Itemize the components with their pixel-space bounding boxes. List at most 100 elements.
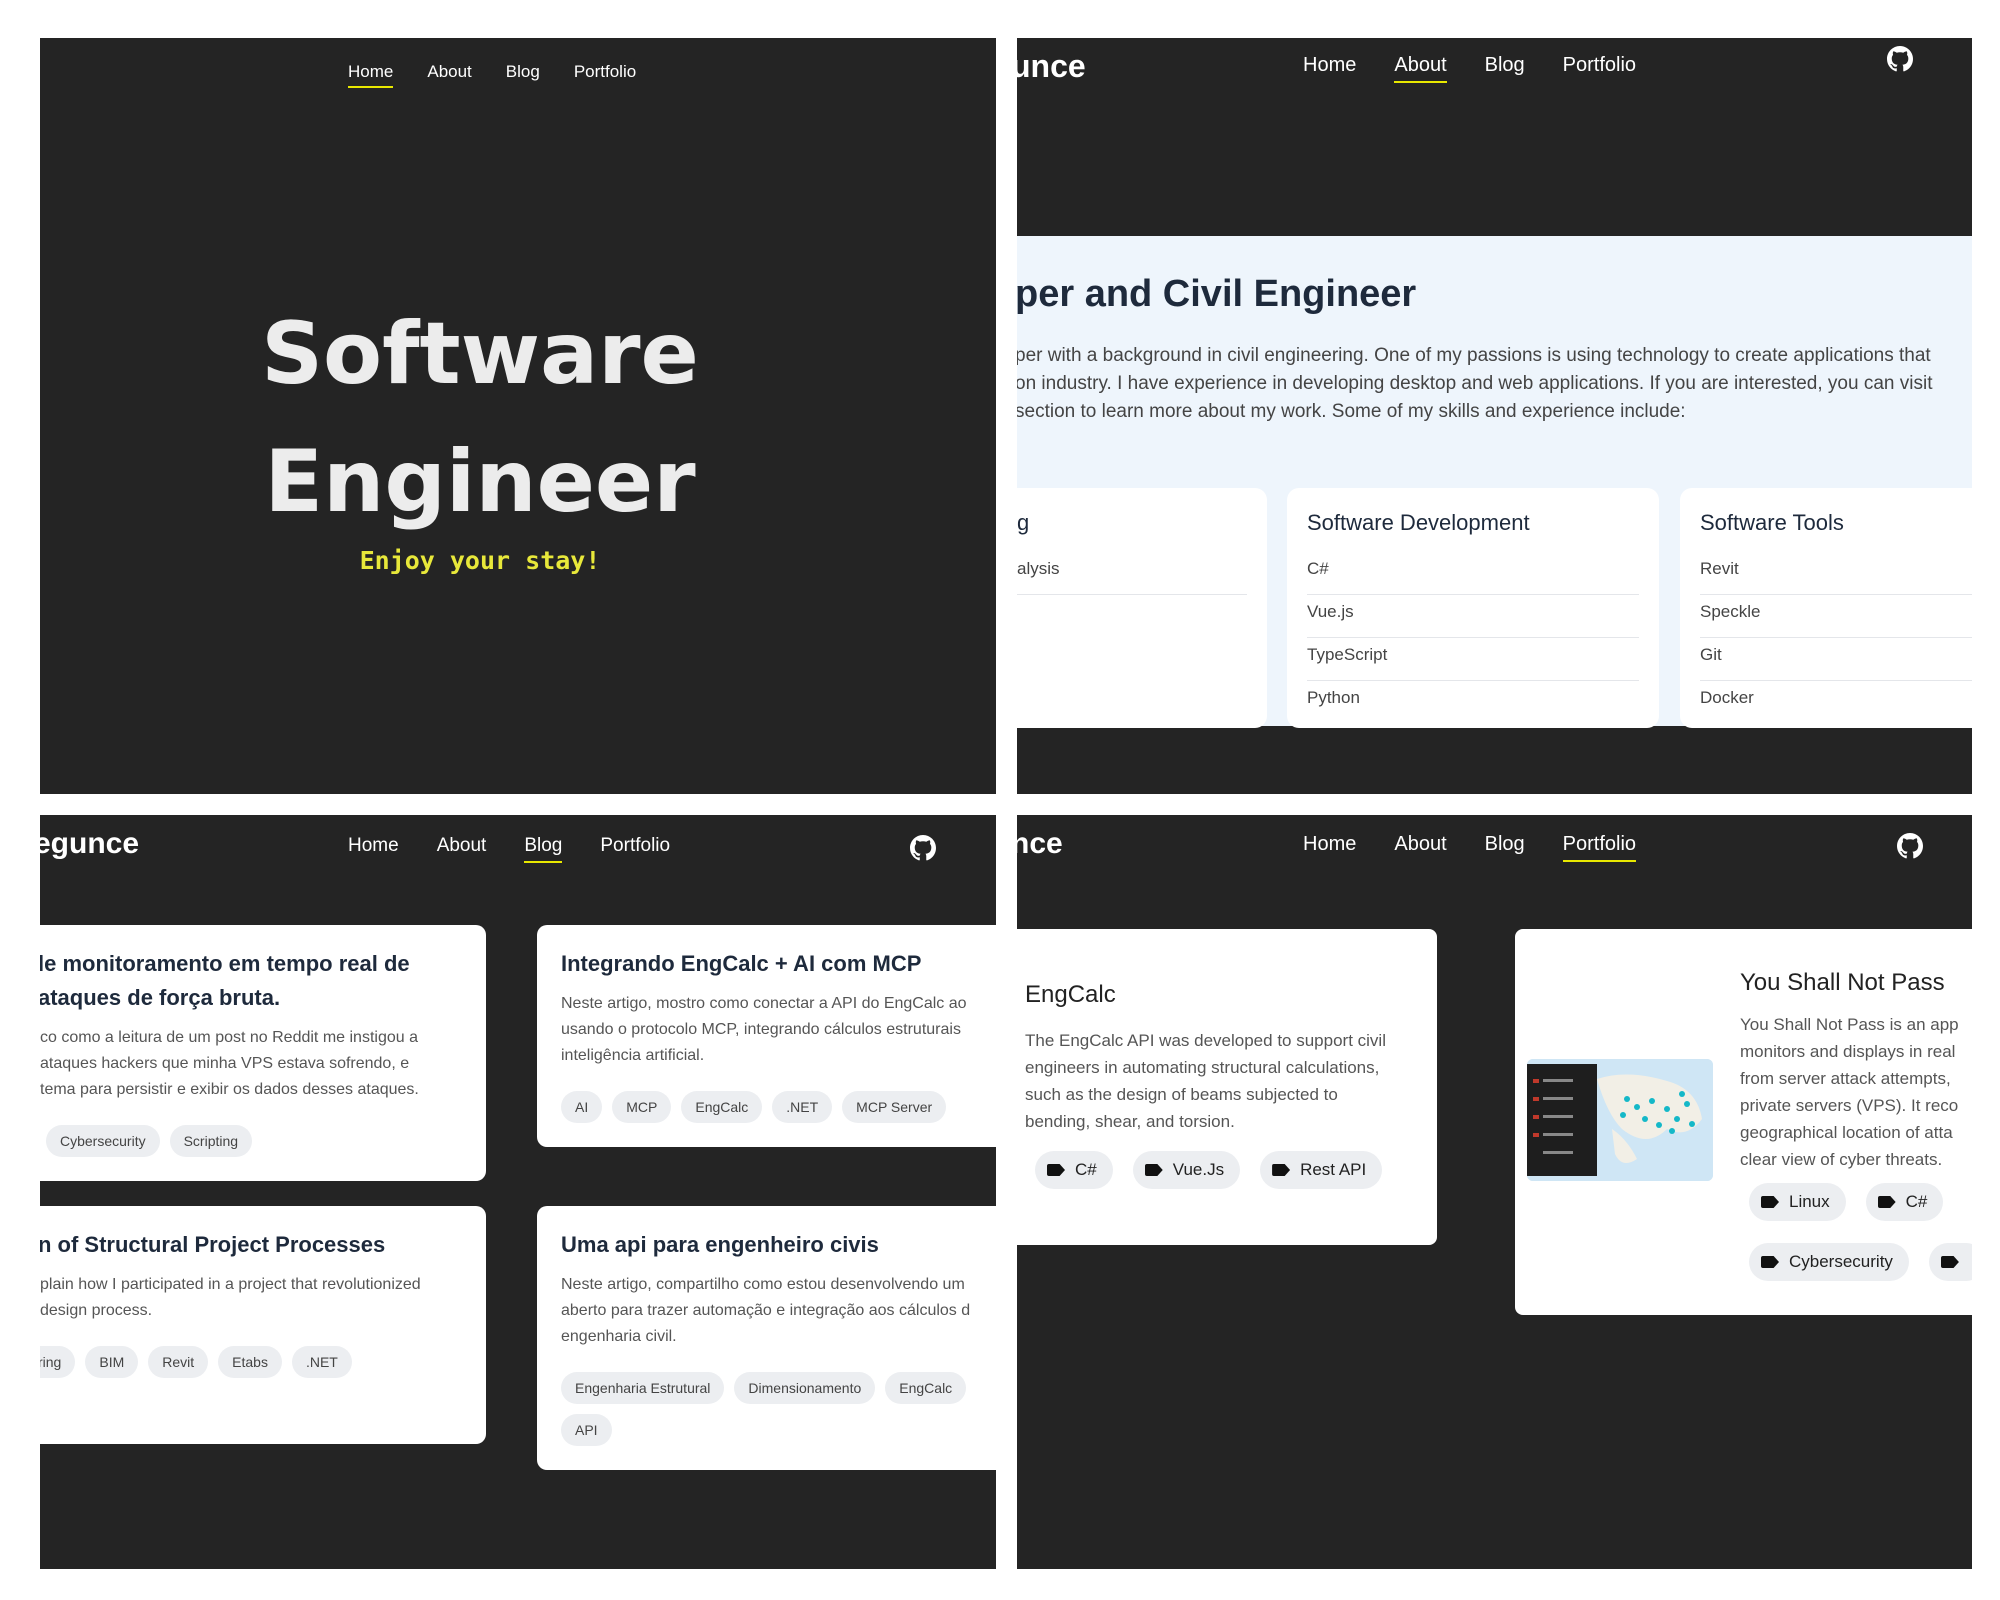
hero-title-line-1: Software (261, 304, 699, 404)
skill-item: Python (1307, 688, 1360, 707)
tag[interactable]: Linux (1749, 1183, 1846, 1221)
tag[interactable]: Vue.Js (1132, 1151, 1241, 1189)
nav-about[interactable]: About (427, 62, 471, 88)
nav-blog[interactable]: Blog (1485, 54, 1525, 83)
main-nav: Home About Blog Portfolio (1303, 54, 1674, 83)
project-thumbnail (1527, 1059, 1713, 1181)
skill-card-title: g (1017, 510, 1030, 535)
tag[interactable]: MCP Server (842, 1091, 947, 1123)
tag[interactable]: Cybersecurity (46, 1125, 160, 1157)
tag-list: ring BIM Revit Etabs .NET (40, 1346, 362, 1388)
tag[interactable]: Scripting (169, 1125, 253, 1157)
skill-item: Git (1700, 638, 1972, 681)
blog-post-card[interactable]: Integrando EngCalc + AI com MCP Neste ar… (537, 925, 996, 1147)
tag[interactable]: API (561, 1414, 612, 1446)
post-title[interactable]: le monitoramento em tempo real de ataque… (40, 947, 410, 1015)
nav-portfolio[interactable]: Portfolio (600, 835, 670, 863)
project-title[interactable]: You Shall Not Pass (1740, 969, 1945, 997)
tag[interactable]: .NET (772, 1091, 833, 1123)
blog-screenshot: egunce Home About Blog Portfolio le moni… (40, 815, 996, 1569)
project-card[interactable]: You Shall Not Pass You Shall Not Pass is… (1515, 929, 1972, 1315)
skill-card-title: Software Tools (1700, 510, 1844, 535)
nav-home[interactable]: Home (348, 835, 399, 863)
tag-icon (1144, 1164, 1163, 1176)
post-title[interactable]: n of Structural Project Processes (40, 1228, 385, 1262)
github-icon[interactable] (1897, 833, 1923, 859)
tag[interactable]: Cybersecurity (1749, 1243, 1909, 1281)
post-description: co como a leitura de um post no Reddit m… (40, 1029, 419, 1098)
main-nav: Home About Blog Portfolio (1303, 833, 1674, 862)
skill-card: g alysis (1017, 488, 1267, 728)
hero-title-line-2: Engineer (264, 432, 696, 532)
blog-post-card[interactable]: le monitoramento em tempo real de ataque… (40, 925, 486, 1181)
tag-list: Engenharia Estrutural Dimensionamento En… (561, 1372, 996, 1456)
tag[interactable]: ring (40, 1346, 76, 1378)
nav-about[interactable]: About (437, 835, 487, 863)
skill-item: Vue.js (1307, 595, 1639, 638)
skill-item: C# (1307, 552, 1639, 595)
skill-card-title: Software Development (1307, 510, 1530, 535)
tag[interactable]: MCP (612, 1091, 672, 1123)
nav-about[interactable]: About (1394, 833, 1446, 862)
portfolio-screenshot: nce Home About Blog Portfolio EngCalc Th… (1017, 815, 1972, 1569)
main-nav: Home About Blog Portfolio (348, 835, 708, 863)
blog-post-card[interactable]: n of Structural Project Processes plain … (40, 1206, 486, 1444)
skill-item (1017, 595, 1247, 637)
project-card[interactable]: EngCalc The EngCalc API was developed to… (1017, 929, 1437, 1245)
site-brand[interactable]: unce (1017, 48, 1086, 85)
post-description: plain how I participated in a project th… (40, 1276, 421, 1319)
nav-blog[interactable]: Blog (506, 62, 540, 88)
tag[interactable]: AI (561, 1091, 603, 1123)
nav-home[interactable]: Home (348, 62, 394, 88)
site-brand[interactable]: egunce (40, 827, 139, 861)
skill-item: Docker (1700, 688, 1754, 707)
nav-portfolio[interactable]: Portfolio (1563, 54, 1636, 83)
skill-item: Revit (1700, 552, 1972, 595)
post-title[interactable]: Integrando EngCalc + AI com MCP (561, 947, 921, 981)
about-paragraph: per with a background in civil engineeri… (1017, 345, 1933, 422)
main-nav: Home About Blog Portfolio (348, 62, 670, 88)
tag[interactable]: Revit (148, 1346, 209, 1378)
tag[interactable]: .NET (291, 1346, 352, 1378)
tag[interactable]: Dimensionamento (734, 1372, 876, 1404)
nav-blog[interactable]: Blog (524, 835, 563, 863)
tag[interactable]: Rest API (1260, 1151, 1383, 1189)
site-brand[interactable]: nce (1017, 827, 1063, 861)
post-title[interactable]: Uma api para engenheiro civis (561, 1228, 879, 1262)
tag[interactable]: C# (1035, 1151, 1113, 1189)
github-icon[interactable] (910, 835, 936, 861)
tag-list: AI MCP EngCalc .NET MCP Server (561, 1091, 956, 1133)
nav-about[interactable]: About (1394, 54, 1447, 83)
github-icon[interactable] (1887, 46, 1913, 72)
tag-icon (1047, 1164, 1065, 1176)
nav-portfolio[interactable]: Portfolio (1562, 833, 1637, 862)
post-description: Neste artigo, compartilho como estou des… (561, 1276, 971, 1345)
skill-item: Speckle (1700, 595, 1972, 638)
tag-list: C# Vue.Js Rest API (1035, 1151, 1402, 1211)
nav-home[interactable]: Home (1303, 54, 1356, 83)
nav-home[interactable]: Home (1303, 833, 1356, 862)
tag-list: Linux C# Cybersecurity (1749, 1183, 1972, 1303)
tag[interactable] (1928, 1243, 1972, 1281)
tag-list: Cybersecurity Scripting (46, 1125, 262, 1167)
hero-title: Software Engineer (40, 290, 920, 546)
tag[interactable]: C# (1865, 1183, 1944, 1221)
blog-post-card[interactable]: Uma api para engenheiro civis Neste arti… (537, 1206, 996, 1470)
tag-icon (1877, 1196, 1896, 1208)
skill-item: alysis (1017, 552, 1247, 595)
tag-icon (1761, 1256, 1779, 1268)
skill-item: TypeScript (1307, 638, 1639, 681)
nav-blog[interactable]: Blog (1485, 833, 1525, 862)
tag-icon (1761, 1196, 1779, 1208)
tag[interactable]: Etabs (218, 1346, 282, 1378)
tag[interactable]: EngCalc (885, 1372, 967, 1404)
tag-icon (1940, 1256, 1959, 1268)
nav-portfolio[interactable]: Portfolio (574, 62, 636, 88)
project-title[interactable]: EngCalc (1025, 981, 1116, 1009)
about-screenshot: unce Home About Blog Portfolio per and C… (1017, 38, 1972, 794)
skill-card: Software Tools Revit Speckle Git Docker (1680, 488, 1972, 728)
tag-icon (1272, 1164, 1291, 1176)
tag[interactable]: EngCalc (681, 1091, 763, 1123)
tag[interactable]: Engenharia Estrutural (561, 1372, 725, 1404)
tag[interactable]: BIM (85, 1346, 139, 1378)
